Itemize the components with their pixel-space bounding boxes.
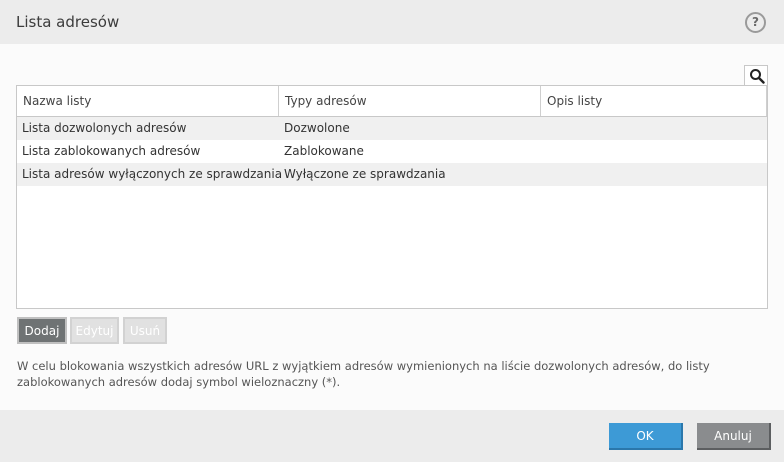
- title-bar: Lista adresów ?: [0, 0, 784, 44]
- column-header-type[interactable]: Typy adresów: [279, 86, 541, 116]
- row-type: Zablokowane: [284, 144, 364, 158]
- search-button[interactable]: [744, 65, 768, 86]
- row-name: Lista adresów wyłączonych ze sprawdzania: [22, 167, 283, 181]
- table-row[interactable]: Lista adresów wyłączonych ze sprawdzania…: [17, 163, 767, 186]
- remove-button[interactable]: Usuń: [123, 317, 167, 344]
- help-icon[interactable]: ?: [745, 12, 766, 33]
- search-icon: [750, 69, 765, 84]
- dialog-footer: OK Anuluj: [0, 410, 784, 462]
- column-header-name[interactable]: Nazwa listy: [17, 86, 279, 116]
- row-type: Dozwolone: [284, 121, 350, 135]
- column-header-description[interactable]: Opis listy: [541, 86, 767, 116]
- table-header: Nazwa listy Typy adresów Opis listy: [17, 86, 767, 117]
- window-title: Lista adresów: [16, 13, 120, 31]
- table-row[interactable]: Lista dozwolonych adresów Dozwolone: [17, 117, 767, 140]
- table-row[interactable]: Lista zablokowanych adresów Zablokowane: [17, 140, 767, 163]
- row-name: Lista dozwolonych adresów: [22, 121, 187, 135]
- edit-button[interactable]: Edytuj: [70, 317, 119, 344]
- info-note: W celu blokowania wszystkich adresów URL…: [17, 359, 710, 389]
- cancel-button[interactable]: Anuluj: [697, 423, 771, 450]
- ok-button[interactable]: OK: [609, 423, 683, 450]
- row-type: Wyłączone ze sprawdzania: [284, 167, 446, 181]
- address-list-table: Nazwa listy Typy adresów Opis listy List…: [16, 85, 768, 309]
- row-name: Lista zablokowanych adresów: [22, 144, 201, 158]
- add-button[interactable]: Dodaj: [17, 317, 67, 344]
